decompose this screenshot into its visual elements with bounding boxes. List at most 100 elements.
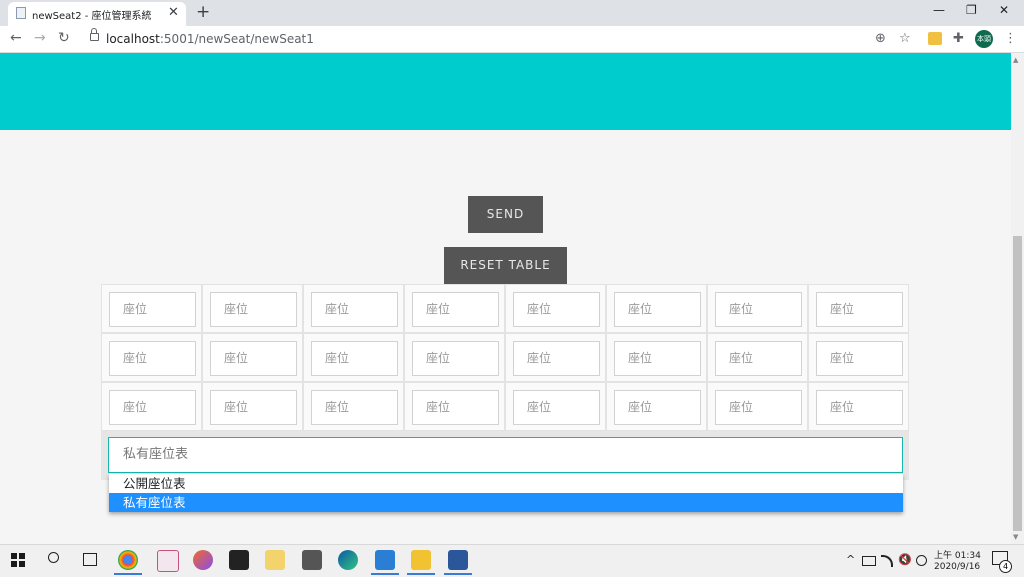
seat-input[interactable]: 座位 xyxy=(109,292,196,327)
reset-table-button[interactable]: RESET TABLE xyxy=(444,247,567,284)
option-public-seat-table[interactable]: 公開座位表 xyxy=(109,474,903,493)
word-indicator xyxy=(444,573,472,575)
seat-input[interactable]: 座位 xyxy=(210,341,297,376)
seat-cell: 座位 xyxy=(202,333,303,382)
tab-title: newSeat2 - 座位管理系統 xyxy=(32,11,152,22)
scrollbar-thumb[interactable] xyxy=(1013,236,1022,531)
word-icon[interactable] xyxy=(448,550,468,570)
seat-input[interactable]: 座位 xyxy=(311,390,398,425)
seat-cell: 座位 xyxy=(404,382,505,431)
snipping-tool-icon[interactable] xyxy=(157,550,179,572)
windows-start-icon[interactable] xyxy=(11,553,25,567)
seat-cell: 座位 xyxy=(505,333,606,382)
seat-input[interactable]: 座位 xyxy=(715,292,802,327)
clock-time[interactable]: 上午 01:34 xyxy=(934,548,981,561)
send-button[interactable]: SEND xyxy=(468,196,543,233)
seat-input[interactable]: 座位 xyxy=(513,292,600,327)
lock-icon xyxy=(90,28,99,41)
extension-icon[interactable] xyxy=(928,32,942,45)
sticky-notes-icon[interactable] xyxy=(229,550,249,570)
minimize-icon[interactable]: — xyxy=(933,3,945,17)
seat-cell: 座位 xyxy=(707,333,808,382)
tray-chevron-icon[interactable]: ^ xyxy=(846,553,855,566)
seat-cell: 座位 xyxy=(505,284,606,333)
seat-cell: 座位 xyxy=(303,284,404,333)
extensions-puzzle-icon[interactable]: ✚ xyxy=(953,31,964,46)
seat-input[interactable]: 座位 xyxy=(311,341,398,376)
seat-cell: 座位 xyxy=(606,333,707,382)
seat-cell: 座位 xyxy=(303,382,404,431)
active-app-indicator xyxy=(114,573,142,575)
tab-close-icon[interactable]: ✕ xyxy=(168,5,179,20)
reload-icon[interactable]: ↻ xyxy=(58,30,70,46)
clock-date[interactable]: 2020/9/16 xyxy=(934,562,980,572)
seat-input[interactable]: 座位 xyxy=(412,390,499,425)
volume-mute-icon[interactable]: 🔇 xyxy=(898,553,912,566)
seat-input[interactable]: 座位 xyxy=(614,390,701,425)
select-dropdown: 公開座位表 私有座位表 xyxy=(109,474,903,512)
seat-input[interactable]: 座位 xyxy=(715,390,802,425)
seat-input[interactable]: 座位 xyxy=(614,341,701,376)
seat-input[interactable]: 座位 xyxy=(513,390,600,425)
search-icon[interactable] xyxy=(48,552,59,563)
battery-icon[interactable] xyxy=(862,556,876,566)
seat-input[interactable]: 座位 xyxy=(816,390,903,425)
page-favicon-icon xyxy=(16,7,26,19)
bookmark-star-icon[interactable]: ☆ xyxy=(899,31,911,46)
seat-input[interactable]: 座位 xyxy=(513,341,600,376)
seat-input[interactable]: 座位 xyxy=(715,341,802,376)
seat-table: 座位 座位 座位 座位 座位 座位 座位 座位 座位 座位 座位 座位 座位 座位 座位 座位 座位 座位 座位 座位… xyxy=(101,284,909,431)
browser-tab[interactable]: newSeat2 - 座位管理系統 ✕ xyxy=(8,2,186,26)
seat-table-select[interactable]: 私有座位表 xyxy=(108,437,903,473)
calculator-icon[interactable] xyxy=(302,550,322,570)
vscode-icon[interactable] xyxy=(375,550,395,570)
seat-cell: 座位 xyxy=(808,382,909,431)
seat-input[interactable]: 座位 xyxy=(109,341,196,376)
edge-icon[interactable] xyxy=(338,550,358,570)
profile-avatar[interactable]: 本頭 xyxy=(975,30,993,48)
task-view-icon[interactable] xyxy=(83,553,97,566)
option-private-seat-table[interactable]: 私有座位表 xyxy=(109,493,903,512)
restore-icon[interactable]: ❐ xyxy=(966,3,977,17)
network-icon[interactable] xyxy=(916,555,927,566)
url-host: localhost xyxy=(106,32,160,46)
seat-cell: 座位 xyxy=(202,284,303,333)
seat-input[interactable]: 座位 xyxy=(412,341,499,376)
chrome-icon[interactable] xyxy=(118,550,138,570)
seat-input[interactable]: 座位 xyxy=(614,292,701,327)
browser-menu-icon[interactable]: ⋮ xyxy=(1004,31,1017,46)
seat-input[interactable]: 座位 xyxy=(412,292,499,327)
seat-cell: 座位 xyxy=(808,333,909,382)
seat-cell: 座位 xyxy=(606,284,707,333)
seat-cell: 座位 xyxy=(808,284,909,333)
seat-cell: 座位 xyxy=(707,382,808,431)
seat-input[interactable]: 座位 xyxy=(109,390,196,425)
header-banner xyxy=(0,53,1011,130)
scroll-up-icon[interactable]: ▲ xyxy=(1013,56,1018,64)
notification-count: 4 xyxy=(999,560,1012,573)
new-tab-icon[interactable]: + xyxy=(196,2,210,22)
file-explorer-icon[interactable] xyxy=(411,550,431,570)
seat-input[interactable]: 座位 xyxy=(210,390,297,425)
zoom-icon[interactable]: ⊕ xyxy=(875,31,886,46)
seat-input[interactable]: 座位 xyxy=(816,341,903,376)
seat-cell: 座位 xyxy=(404,333,505,382)
vscode-indicator xyxy=(371,573,399,575)
seat-input[interactable]: 座位 xyxy=(816,292,903,327)
seat-input[interactable]: 座位 xyxy=(210,292,297,327)
seat-cell: 座位 xyxy=(707,284,808,333)
seat-cell: 座位 xyxy=(101,284,202,333)
explorer-indicator xyxy=(407,573,435,575)
seat-input[interactable]: 座位 xyxy=(311,292,398,327)
seat-cell: 座位 xyxy=(404,284,505,333)
address-bar[interactable]: localhost:5001/newSeat/newSeat1 xyxy=(106,32,314,46)
url-path: :5001/newSeat/newSeat1 xyxy=(159,32,314,46)
forward-icon[interactable]: → xyxy=(34,30,46,46)
scroll-down-icon[interactable]: ▼ xyxy=(1013,533,1018,541)
back-icon[interactable]: ← xyxy=(10,30,22,46)
paint-icon[interactable] xyxy=(265,550,285,570)
seat-cell: 座位 xyxy=(505,382,606,431)
firefox-icon[interactable] xyxy=(193,550,213,570)
seat-cell: 座位 xyxy=(101,333,202,382)
window-close-icon[interactable]: ✕ xyxy=(999,3,1009,17)
